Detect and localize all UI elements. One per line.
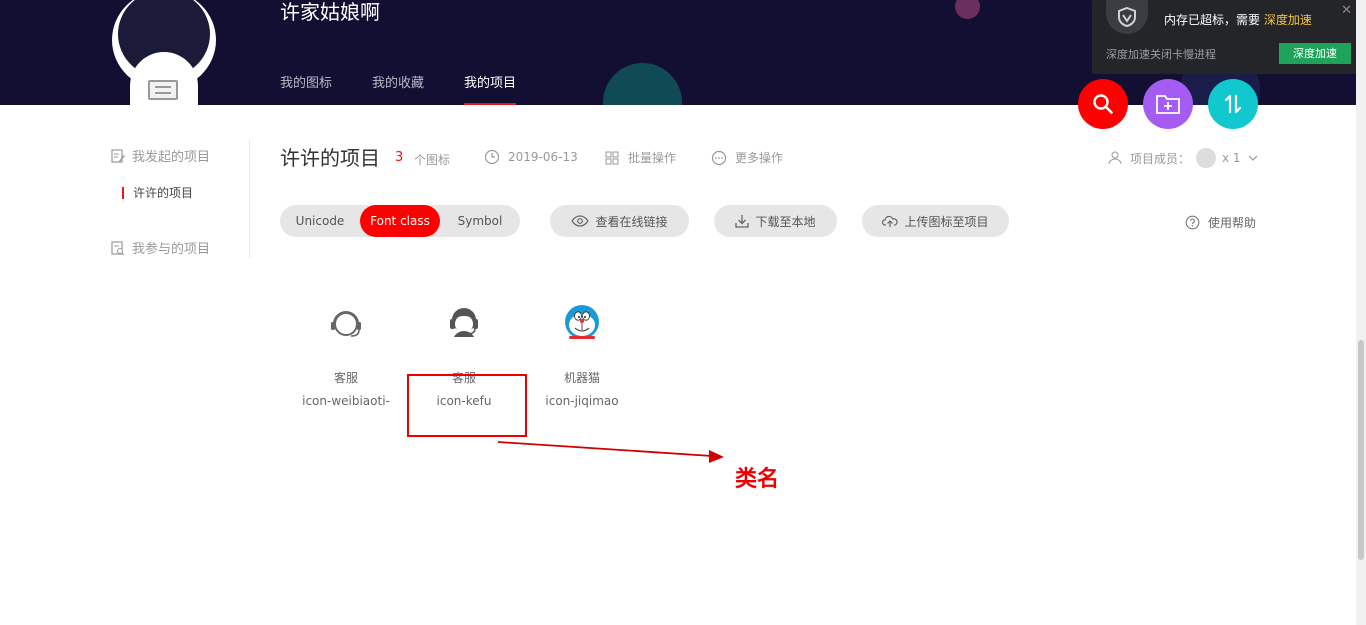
annotation-arrow — [497, 441, 724, 463]
scrollbar[interactable] — [1356, 0, 1366, 625]
scrollbar-thumb[interactable] — [1358, 340, 1364, 560]
annotation-label: 类名 — [735, 467, 780, 492]
